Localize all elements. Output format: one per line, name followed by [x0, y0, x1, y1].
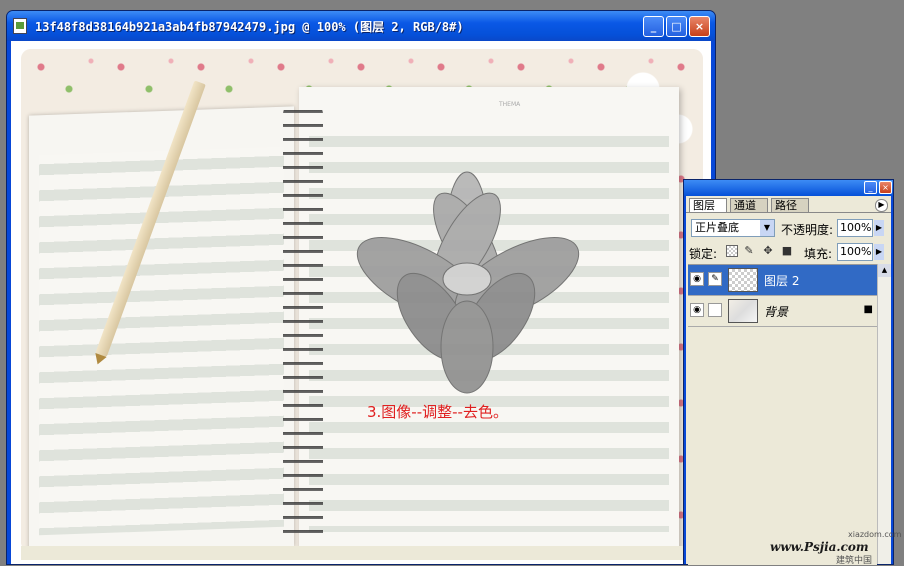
link-slot[interactable]: [708, 303, 722, 317]
tab-paths[interactable]: 路径: [771, 198, 809, 212]
layers-panel-body: 图层 通道 路径 ▶ 正片叠底 ▼ 不透明度: 100% ▶ 锁定: ✎ ✥ ■…: [686, 196, 891, 565]
layer-list-scrollbar[interactable]: [877, 264, 891, 564]
layer-list: ◉ ✎ 图层 2 ◉ 背景 ■: [688, 264, 877, 565]
fill-label: 填充:: [804, 247, 833, 261]
image-file-icon: [13, 18, 27, 34]
lock-icon[interactable]: ■: [781, 245, 793, 257]
watermark-cn: 建筑中国: [836, 556, 873, 566]
opacity-label: 不透明度:: [781, 223, 834, 237]
opacity-field[interactable]: 100%: [837, 219, 873, 237]
lock-paint-icon[interactable]: ✎: [743, 245, 755, 257]
notebook-header: THEMA: [499, 101, 521, 108]
eye-icon[interactable]: ◉: [690, 303, 704, 317]
document-title: 13f48f8d38164b921a3ab4fb87942479.jpg @ 1…: [35, 20, 464, 34]
blend-mode-value: 正片叠底: [695, 221, 739, 234]
fill-slider-arrow-icon[interactable]: ▶: [874, 244, 884, 260]
opacity-slider-arrow-icon[interactable]: ▶: [874, 220, 884, 236]
chevron-down-icon[interactable]: ▼: [760, 220, 774, 236]
canvas-image[interactable]: THEMA 3.图像--调整--去色。: [21, 49, 703, 552]
panel-minimize-button[interactable]: _: [864, 181, 877, 194]
layer-name[interactable]: 背景: [764, 303, 788, 320]
fill-field[interactable]: 100%: [837, 243, 873, 261]
horizontal-scrollbar[interactable]: [21, 546, 707, 560]
notebook-spiral: [283, 104, 323, 544]
desaturated-lotus: [356, 171, 580, 394]
watermark-small: xiazdom.com: [848, 530, 902, 539]
minimize-button[interactable]: _: [643, 16, 664, 37]
layers-panel: _ × 图层 通道 路径 ▶ 正片叠底 ▼ 不透明度: 100% ▶ 锁定: ✎…: [683, 179, 894, 565]
layer-row-layer-2[interactable]: ◉ ✎ 图层 2: [688, 265, 877, 296]
layers-panel-titlebar[interactable]: _ ×: [684, 180, 893, 196]
layer-name[interactable]: 图层 2: [764, 272, 799, 289]
lock-label: 锁定:: [689, 247, 718, 261]
layer-thumbnail: [728, 268, 758, 292]
brush-icon[interactable]: ✎: [708, 272, 722, 286]
blend-mode-select[interactable]: 正片叠底 ▼: [691, 219, 775, 237]
panel-close-button[interactable]: ×: [879, 181, 892, 194]
tab-layers[interactable]: 图层: [689, 198, 727, 212]
layer-thumbnail: [728, 299, 758, 323]
lock-transparent-icon[interactable]: [726, 245, 738, 257]
document-titlebar[interactable]: 13f48f8d38164b921a3ab4fb87942479.jpg @ 1…: [7, 11, 715, 41]
canvas-area[interactable]: THEMA 3.图像--调整--去色。: [11, 41, 711, 564]
panel-menu-icon[interactable]: ▶: [875, 199, 888, 212]
layer-row-background[interactable]: ◉ 背景 ■: [688, 296, 877, 327]
document-window: 13f48f8d38164b921a3ab4fb87942479.jpg @ 1…: [6, 10, 716, 565]
eye-icon[interactable]: ◉: [690, 272, 704, 286]
maximize-button[interactable]: □: [666, 16, 687, 37]
move-icon[interactable]: ✥: [762, 245, 774, 257]
panel-tabs: 图层 通道 路径 ▶: [686, 196, 891, 213]
tutorial-caption: 3.图像--调整--去色。: [367, 403, 508, 421]
close-button[interactable]: ×: [689, 16, 710, 37]
watermark-url: www.Psjia.com: [770, 540, 869, 554]
lock-icon: ■: [863, 304, 873, 315]
tab-channels[interactable]: 通道: [730, 198, 768, 212]
